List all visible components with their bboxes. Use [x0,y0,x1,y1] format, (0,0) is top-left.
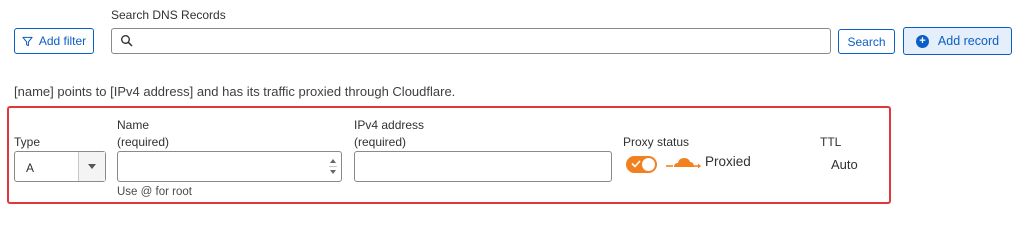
filter-icon [22,36,33,46]
search-field[interactable] [111,28,831,54]
check-icon [631,160,641,168]
search-label: Search DNS Records [111,8,226,22]
type-dropdown-toggle[interactable] [78,152,105,181]
name-input[interactable] [117,151,342,182]
name-hint: Use @ for root [117,186,192,198]
add-filter-button[interactable]: Add filter [14,28,94,54]
record-description: [name] points to [IPv4 address] and has … [14,84,456,99]
toggle-knob [642,158,655,171]
search-icon [121,35,133,47]
search-button[interactable]: Search [838,29,895,54]
ttl-label: TTL [820,135,842,149]
type-value: A [26,161,35,175]
proxy-toggle[interactable] [626,156,657,173]
add-record-button[interactable]: + Add record [903,27,1012,55]
ttl-value: Auto [831,157,858,172]
ipv4-required-label: (required) [354,135,407,149]
type-select[interactable]: A [14,151,106,182]
cloud-proxied-icon [666,158,701,169]
name-label: Name [117,118,150,132]
spinner-arrows-icon[interactable] [328,156,338,177]
search-input[interactable] [140,29,826,53]
add-record-label: Add record [937,34,1000,48]
proxy-status-value: Proxied [705,154,751,169]
ipv4-label: IPv4 address [354,118,425,132]
add-filter-label: Add filter [38,34,87,48]
proxy-status-label: Proxy status [623,135,690,149]
ipv4-input[interactable] [354,151,612,182]
plus-circle-icon: + [915,34,929,48]
name-required-label: (required) [117,135,170,149]
type-label: Type [14,135,41,149]
chevron-down-icon [88,164,96,169]
